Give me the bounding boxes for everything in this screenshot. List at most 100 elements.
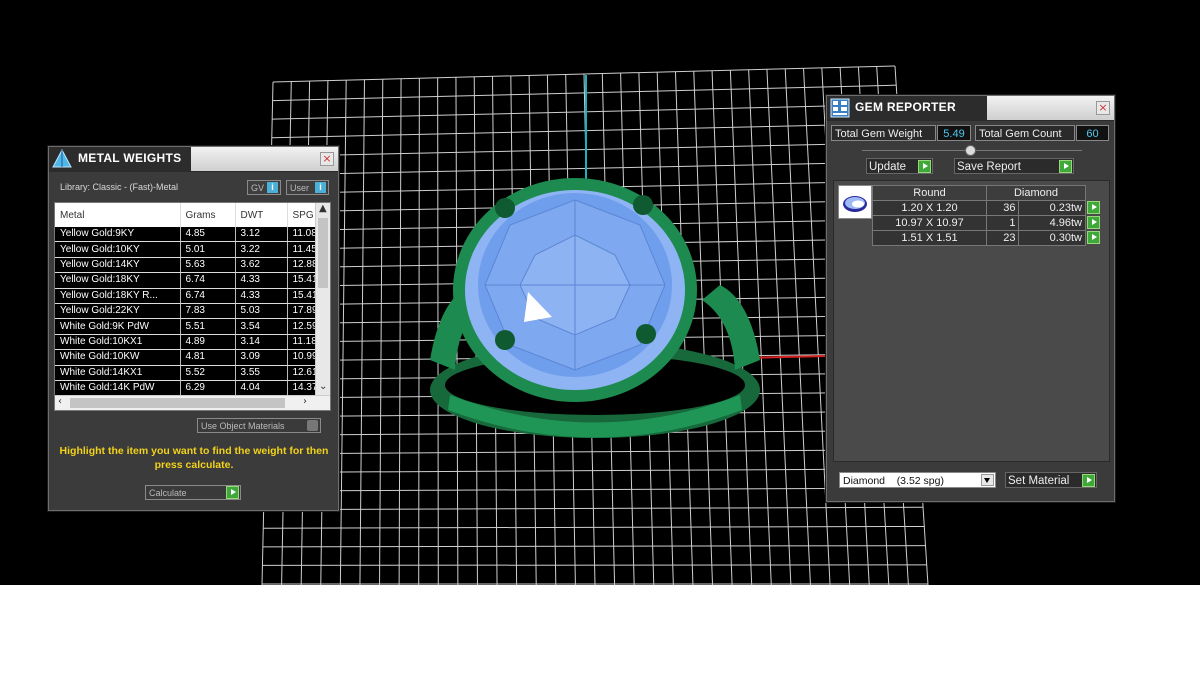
- column-header[interactable]: Metal: [55, 203, 181, 227]
- table-row[interactable]: White Gold:14K PdW 6.29 4.04 14.37: [55, 380, 330, 397]
- prong: [495, 330, 515, 350]
- table-row[interactable]: White Gold:9K PdW 5.51 3.54 12.59: [55, 318, 330, 335]
- table-row[interactable]: Yellow Gold:18KY 6.74 4.33 15.41: [55, 272, 330, 289]
- table-cell: 4.04: [235, 380, 288, 397]
- slider-handle[interactable]: [965, 145, 976, 156]
- scroll-left-icon[interactable]: ‹: [58, 396, 62, 407]
- play-icon: [226, 486, 239, 499]
- info-icon: i: [315, 182, 326, 193]
- column-header[interactable]: DWT: [235, 203, 288, 227]
- table-cell: 5.51: [180, 318, 236, 335]
- table-row[interactable]: White Gold:14KX1 5.52 3.55 12.61: [55, 365, 330, 381]
- table-cell: 3.62: [235, 257, 288, 274]
- table-cell: 5.63: [180, 257, 236, 274]
- table-cell: 3.12: [235, 227, 288, 243]
- ring-model[interactable]: [430, 178, 760, 438]
- metal-weights-panel: METAL WEIGHTS × Library: Classic - (Fast…: [48, 146, 339, 511]
- use-object-materials-label: Use Object Materials: [201, 421, 285, 431]
- save-report-label: Save Report: [957, 161, 1021, 173]
- table-cell: 6.74: [180, 288, 236, 304]
- table-cell: Yellow Gold:14KY: [55, 257, 181, 274]
- table-cell: 5.03: [235, 303, 288, 320]
- total-gem-count-label: Total Gem Count: [975, 125, 1075, 141]
- horizontal-scrollbar[interactable]: ‹ ›: [55, 395, 330, 410]
- calculate-button[interactable]: Calculate: [145, 485, 241, 500]
- vertical-scrollbar[interactable]: ▲ ⌄: [315, 203, 330, 396]
- update-button[interactable]: Update: [866, 158, 933, 174]
- row-go-button[interactable]: [1086, 230, 1102, 246]
- update-label: Update: [869, 161, 907, 173]
- table-cell: White Gold:14K PdW: [55, 380, 181, 397]
- scroll-down-icon[interactable]: ⌄: [319, 381, 327, 392]
- gem-count-cell: 36: [985, 200, 1020, 216]
- metal-list[interactable]: Metal Grams DWT SPG Yellow Gold:9KY 4.85 3.12…: [54, 202, 331, 411]
- table-cell: Yellow Gold:9KY: [55, 227, 181, 243]
- gem-size-cell: 10.97 X 10.97: [872, 215, 987, 231]
- scroll-thumb[interactable]: [70, 398, 285, 408]
- round-gem-icon: [838, 185, 872, 219]
- gem-reporter-titlebar[interactable]: GEM REPORTER ×: [827, 96, 1114, 121]
- gem-list[interactable]: Round Diamond 1.20 X 1.20 36 0.23tw 10.97 X…: [833, 180, 1110, 462]
- table-cell: Yellow Gold:18KY: [55, 272, 181, 289]
- table-row[interactable]: 10.97 X 10.97 1 4.96tw: [872, 215, 1102, 231]
- table-row[interactable]: Yellow Gold:22KY 7.83 5.03 17.89: [55, 303, 330, 320]
- table-cell: 4.89: [180, 334, 236, 351]
- table-row[interactable]: White Gold:10KW 4.81 3.09 10.99: [55, 349, 330, 366]
- table-cell: White Gold:10KW: [55, 349, 181, 366]
- gv-label: GV: [251, 183, 265, 193]
- gem-table: Round Diamond 1.20 X 1.20 36 0.23tw 10.97 X…: [872, 185, 1102, 246]
- table-row[interactable]: 1.51 X 1.51 23 0.30tw: [872, 230, 1102, 246]
- table-cell: White Gold:9K PdW: [55, 318, 181, 335]
- row-go-button[interactable]: [1086, 200, 1102, 216]
- gv-button[interactable]: GV i: [247, 180, 281, 195]
- close-icon[interactable]: ×: [320, 152, 334, 166]
- library-label: Library: Classic - (Fast)-Metal: [60, 182, 179, 192]
- table-cell: Yellow Gold:22KY: [55, 303, 181, 320]
- scroll-thumb[interactable]: [318, 218, 328, 288]
- save-report-button[interactable]: Save Report: [954, 158, 1074, 174]
- table-cell: 3.22: [235, 241, 288, 258]
- play-icon[interactable]: [1087, 215, 1100, 229]
- use-object-materials-button[interactable]: Use Object Materials: [197, 418, 321, 433]
- table-cell: 6.29: [180, 380, 236, 397]
- table-row[interactable]: 1.20 X 1.20 36 0.23tw: [872, 200, 1102, 216]
- metal-weights-title: METAL WEIGHTS: [78, 151, 182, 165]
- gem-count-cell: 1: [985, 215, 1020, 231]
- total-gem-weight-value: 5.49: [937, 125, 971, 141]
- gem-size-cell: 1.51 X 1.51: [872, 230, 987, 246]
- table-row[interactable]: White Gold:10KX1 4.89 3.14 11.18: [55, 334, 330, 351]
- chevron-down-icon[interactable]: [981, 474, 994, 486]
- material-select[interactable]: Diamond (3.52 spg): [839, 472, 996, 488]
- total-gem-weight-label: Total Gem Weight: [831, 125, 936, 141]
- prong: [633, 195, 653, 215]
- play-icon[interactable]: [1087, 230, 1100, 244]
- column-header[interactable]: Grams: [180, 203, 236, 227]
- table-row[interactable]: Yellow Gold:10KY 5.01 3.22 11.45: [55, 241, 330, 258]
- table-cell: 5.01: [180, 241, 236, 258]
- play-icon[interactable]: [1087, 200, 1100, 214]
- grid-line: [262, 564, 927, 566]
- gem-count-cell: 23: [985, 230, 1020, 246]
- scroll-up-icon[interactable]: ▲: [319, 203, 327, 214]
- instruction-message: Highlight the item you want to find the …: [59, 445, 329, 471]
- table-cell: White Gold:14KX1: [55, 365, 181, 381]
- set-material-label: Set Material: [1008, 475, 1070, 487]
- table-cell: 4.33: [235, 288, 288, 304]
- play-icon: [1082, 474, 1095, 487]
- user-button[interactable]: User i: [286, 180, 329, 195]
- close-icon[interactable]: ×: [1096, 101, 1110, 115]
- table-row[interactable]: Yellow Gold:9KY 4.85 3.12 11.08: [55, 227, 330, 243]
- report-grid-icon: [830, 98, 850, 118]
- set-material-button[interactable]: Set Material: [1005, 472, 1097, 488]
- metal-weights-titlebar[interactable]: METAL WEIGHTS ×: [49, 147, 338, 172]
- gem-weight-cell: 0.30tw: [1018, 230, 1086, 246]
- table-row[interactable]: Yellow Gold:18KY R... 6.74 4.33 15.41: [55, 288, 330, 304]
- table-cell: 3.14: [235, 334, 288, 351]
- gem-weight-cell: 0.23tw: [1018, 200, 1086, 216]
- calculate-label: Calculate: [149, 488, 187, 498]
- play-icon: [1059, 160, 1072, 173]
- prong: [495, 198, 515, 218]
- table-row[interactable]: Yellow Gold:14KY 5.63 3.62 12.88: [55, 257, 330, 274]
- scroll-right-icon[interactable]: ›: [303, 396, 307, 407]
- row-go-button[interactable]: [1086, 215, 1102, 231]
